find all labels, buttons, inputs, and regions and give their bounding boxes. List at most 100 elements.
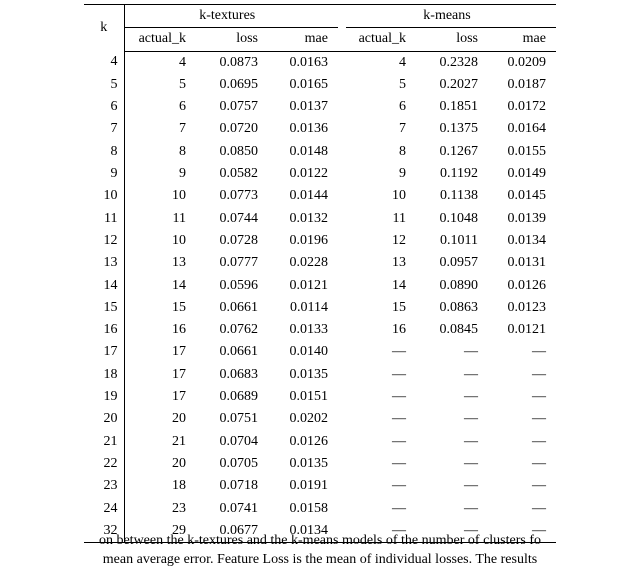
table-row: 660.07570.013760.18510.0172 xyxy=(84,96,556,118)
cell-ktex-loss: 0.0757 xyxy=(196,96,268,118)
cell-ktex-actualk: 20 xyxy=(124,453,196,475)
cell-kmeans-mae: — xyxy=(488,498,556,520)
cell-ktex-mae: 0.0191 xyxy=(268,475,338,497)
cell-gap xyxy=(338,475,346,497)
col-k: k xyxy=(84,5,124,52)
cell-ktex-loss: 0.0683 xyxy=(196,364,268,386)
cell-kmeans-mae: 0.0145 xyxy=(488,185,556,207)
cell-ktex-loss: 0.0873 xyxy=(196,51,268,74)
cell-ktex-actualk: 18 xyxy=(124,475,196,497)
table-row: 440.08730.016340.23280.0209 xyxy=(84,51,556,74)
cell-ktex-actualk: 13 xyxy=(124,252,196,274)
cell-kmeans-loss: — xyxy=(416,341,488,363)
cell-k: 13 xyxy=(84,252,124,274)
cell-kmeans-loss: 0.2027 xyxy=(416,74,488,96)
cell-ktex-mae: 0.0151 xyxy=(268,386,338,408)
table-row: 16160.07620.0133160.08450.0121 xyxy=(84,319,556,341)
col-kmeans-loss: loss xyxy=(416,28,488,51)
cell-ktex-mae: 0.0165 xyxy=(268,74,338,96)
cell-gap xyxy=(338,275,346,297)
cell-kmeans-loss: 0.1138 xyxy=(416,185,488,207)
cell-gap xyxy=(338,208,346,230)
table-row: 880.08500.014880.12670.0155 xyxy=(84,141,556,163)
cell-ktex-loss: 0.0695 xyxy=(196,74,268,96)
cell-ktex-loss: 0.0596 xyxy=(196,275,268,297)
cell-kmeans-loss: 0.1011 xyxy=(416,230,488,252)
table-row: 770.07200.013670.13750.0164 xyxy=(84,118,556,140)
cell-k: 19 xyxy=(84,386,124,408)
cell-ktex-mae: 0.0144 xyxy=(268,185,338,207)
cell-kmeans-actualk: 16 xyxy=(346,319,416,341)
cell-k: 18 xyxy=(84,364,124,386)
cell-ktex-mae: 0.0132 xyxy=(268,208,338,230)
table-row: 22200.07050.0135——— xyxy=(84,453,556,475)
cell-kmeans-mae: 0.0172 xyxy=(488,96,556,118)
cell-kmeans-actualk: 6 xyxy=(346,96,416,118)
table-row: 13130.07770.0228130.09570.0131 xyxy=(84,252,556,274)
cell-kmeans-actualk: 15 xyxy=(346,297,416,319)
table-row: 17170.06610.0140——— xyxy=(84,341,556,363)
cell-kmeans-loss: — xyxy=(416,431,488,453)
cell-kmeans-loss: — xyxy=(416,408,488,430)
cell-kmeans-actualk: 11 xyxy=(346,208,416,230)
cell-ktex-actualk: 23 xyxy=(124,498,196,520)
cell-k: 16 xyxy=(84,319,124,341)
table-body: 440.08730.016340.23280.0209550.06950.016… xyxy=(84,51,556,543)
cell-kmeans-actualk: — xyxy=(346,498,416,520)
table-row: 18170.06830.0135——— xyxy=(84,364,556,386)
cell-ktex-actualk: 4 xyxy=(124,51,196,74)
cell-gap xyxy=(338,96,346,118)
cell-ktex-mae: 0.0148 xyxy=(268,141,338,163)
cell-ktex-loss: 0.0762 xyxy=(196,319,268,341)
cell-ktex-actualk: 21 xyxy=(124,431,196,453)
cell-ktex-loss: 0.0751 xyxy=(196,408,268,430)
cell-kmeans-mae: 0.0187 xyxy=(488,74,556,96)
table-row: 19170.06890.0151——— xyxy=(84,386,556,408)
cell-kmeans-loss: 0.1851 xyxy=(416,96,488,118)
cell-ktex-mae: 0.0122 xyxy=(268,163,338,185)
cell-ktex-loss: 0.0661 xyxy=(196,297,268,319)
cell-kmeans-mae: — xyxy=(488,475,556,497)
cell-kmeans-mae: — xyxy=(488,386,556,408)
cell-ktex-mae: 0.0135 xyxy=(268,364,338,386)
table-row: 11110.07440.0132110.10480.0139 xyxy=(84,208,556,230)
cell-k: 4 xyxy=(84,51,124,74)
cell-gap xyxy=(338,408,346,430)
cell-kmeans-mae: 0.0121 xyxy=(488,319,556,341)
cell-ktex-actualk: 15 xyxy=(124,297,196,319)
col-ktex-loss: loss xyxy=(196,28,268,51)
cell-kmeans-mae: 0.0155 xyxy=(488,141,556,163)
cell-ktex-actualk: 8 xyxy=(124,141,196,163)
cell-ktex-mae: 0.0140 xyxy=(268,341,338,363)
cell-gap xyxy=(338,252,346,274)
cell-gap xyxy=(338,51,346,74)
cell-ktex-actualk: 17 xyxy=(124,364,196,386)
cell-ktex-actualk: 6 xyxy=(124,96,196,118)
cell-kmeans-actualk: — xyxy=(346,341,416,363)
cell-kmeans-actualk: 4 xyxy=(346,51,416,74)
cell-kmeans-loss: 0.0890 xyxy=(416,275,488,297)
cell-kmeans-loss: 0.2328 xyxy=(416,51,488,74)
results-table: k k-textures k-means actual_k loss mae a… xyxy=(84,4,556,543)
table-row: 550.06950.016550.20270.0187 xyxy=(84,74,556,96)
cell-kmeans-mae: 0.0209 xyxy=(488,51,556,74)
cell-ktex-actualk: 10 xyxy=(124,185,196,207)
cell-gap xyxy=(338,141,346,163)
cell-ktex-actualk: 9 xyxy=(124,163,196,185)
cell-kmeans-loss: 0.1267 xyxy=(416,141,488,163)
cell-kmeans-actualk: 5 xyxy=(346,74,416,96)
col-group-ktextures: k-textures xyxy=(124,5,338,28)
cell-k: 7 xyxy=(84,118,124,140)
table-row: 10100.07730.0144100.11380.0145 xyxy=(84,185,556,207)
cell-gap xyxy=(338,118,346,140)
cell-gap xyxy=(338,386,346,408)
cell-gap xyxy=(338,431,346,453)
cell-kmeans-mae: — xyxy=(488,341,556,363)
cell-ktex-loss: 0.0661 xyxy=(196,341,268,363)
cell-ktex-loss: 0.0689 xyxy=(196,386,268,408)
cell-k: 6 xyxy=(84,96,124,118)
table-row: 20200.07510.0202——— xyxy=(84,408,556,430)
table-row: 12100.07280.0196120.10110.0134 xyxy=(84,230,556,252)
cell-ktex-loss: 0.0705 xyxy=(196,453,268,475)
col-ktex-mae: mae xyxy=(268,28,338,51)
